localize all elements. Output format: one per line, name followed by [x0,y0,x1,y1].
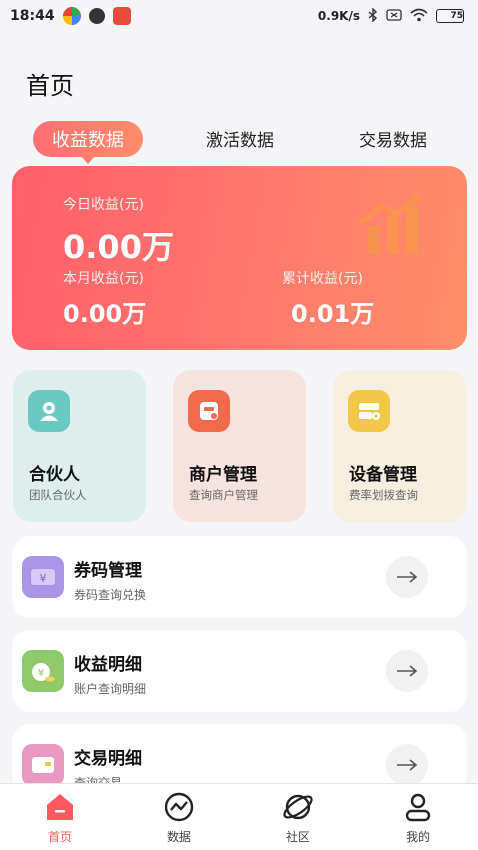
merchant-title: 商户管理 [189,465,257,485]
partner-tile[interactable]: 合伙人 团队合伙人 [13,370,146,522]
page-title: 首页 [26,72,74,100]
tab-transaction-data[interactable]: 交易数据 [338,118,448,158]
nav-home[interactable]: 首页 [20,790,100,848]
partner-title: 合伙人 [29,465,80,485]
revenue-detail-title: 收益明细 [74,655,142,675]
device-subtitle: 费率划拨查询 [349,488,418,502]
revenue-detail-card[interactable]: ¥ 收益明细 账户查询明细 [12,630,467,712]
partner-subtitle: 团队合伙人 [29,488,87,502]
total-revenue-label: 累计收益(元) [282,271,363,287]
revenue-detail-subtitle: 账户查询明细 [74,682,147,696]
coupon-title: 券码管理 [74,561,142,581]
sim-icon [386,8,402,25]
svg-text:¥: ¥ [38,668,44,679]
nav-data-label: 数据 [166,830,191,844]
device-icon [348,390,390,432]
data-tabs: 收益数据 激活数据 交易数据 [0,118,478,164]
app-notification-icon [112,7,131,25]
nav-data[interactable]: 数据 [139,790,219,848]
tab-activation-data[interactable]: 激活数据 [185,118,295,158]
nav-home-label: 首页 [47,830,72,844]
partner-icon [28,390,70,432]
month-revenue-value: 0.00万 [63,300,147,328]
device-tile[interactable]: 设备管理 费率划拨查询 [333,370,466,522]
bluetooth-icon [368,6,378,25]
money-bag-icon: ¥ [22,650,64,692]
app-notification-icon [62,7,81,25]
bottom-navigation: 首页 数据 社区 我的 [0,783,478,850]
coupon-management-card[interactable]: ¥ 券码管理 券码查询兑换 [12,536,467,618]
today-revenue-value: 0.00万 [63,228,174,266]
status-time: 18:44 [10,8,55,24]
coupon-icon: ¥ [22,556,64,598]
total-revenue-value: 0.01万 [291,300,375,328]
transaction-detail-title: 交易明细 [74,749,142,769]
nav-community[interactable]: 社区 [258,790,338,848]
merchant-tile[interactable]: 商户管理 查询商户管理 [173,370,306,522]
merchant-subtitle: 查询商户管理 [189,488,258,502]
battery-icon: 75 [436,9,464,23]
nav-mine[interactable]: 我的 [378,790,458,848]
nav-mine-label: 我的 [405,830,430,844]
wallet-icon [22,744,64,786]
revenue-card: 今日收益(元) 0.00万 本月收益(元) 0.00万 累计收益(元) 0.01… [12,166,467,350]
svg-text:¥: ¥ [40,572,47,585]
tab-revenue-data[interactable]: 收益数据 [33,121,143,164]
chart-icon [162,790,196,824]
arrow-right-icon[interactable] [386,744,428,786]
merchant-icon [188,390,230,432]
arrow-right-icon[interactable] [386,556,428,598]
month-revenue-label: 本月收益(元) [63,271,144,287]
planet-icon [281,790,315,824]
home-icon [43,790,77,824]
today-revenue-label: 今日收益(元) [63,197,144,213]
user-icon [401,790,435,824]
chart-decoration-icon [359,193,423,254]
coupon-subtitle: 券码查询兑换 [74,588,147,602]
device-title: 设备管理 [349,465,417,485]
battery-level: 75 [450,11,463,21]
status-bar: 18:44 0.9K/s 75 [0,0,478,32]
wifi-icon [410,8,428,25]
arrow-right-icon[interactable] [386,650,428,692]
network-speed: 0.9K/s [317,9,360,23]
app-notification-icon [88,8,105,24]
nav-community-label: 社区 [285,830,310,844]
